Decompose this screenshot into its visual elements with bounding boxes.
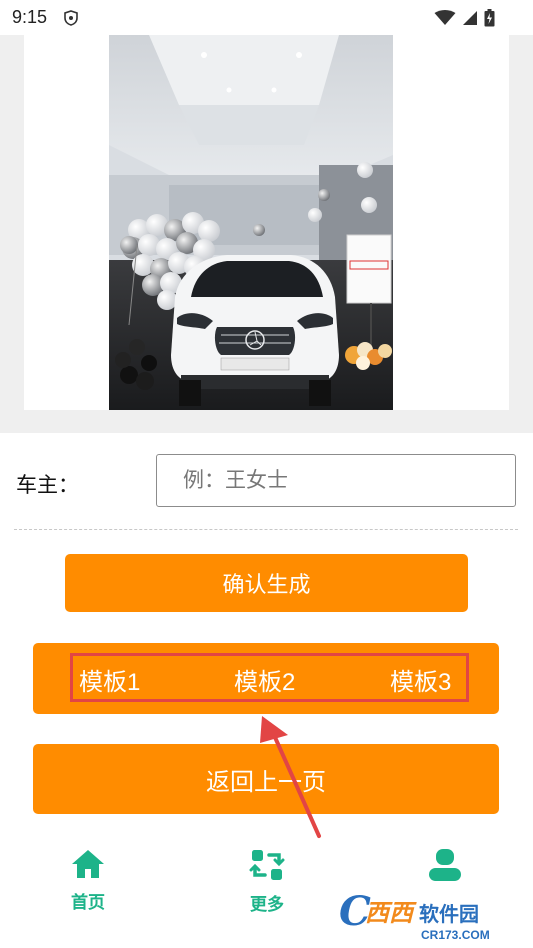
template-bar: 模板1 模板2 模板3 [33, 643, 499, 714]
car-photo [109, 35, 393, 410]
divider [14, 529, 518, 530]
owner-label: 车主： [16, 474, 79, 497]
status-time: 9:15 [12, 7, 48, 27]
preview-area [0, 35, 533, 433]
template-2-button[interactable]: 模板2 [234, 662, 295, 697]
owner-input[interactable] [156, 454, 516, 507]
nav-more-label: 更多 [250, 895, 284, 914]
signal-icon [463, 11, 477, 25]
back-button[interactable]: 返回上一页 [33, 744, 499, 814]
home-icon [72, 850, 104, 878]
svg-text:CR173.COM: CR173.COM [421, 928, 490, 942]
battery-icon [484, 9, 495, 27]
user-icon [429, 849, 461, 881]
template-3-button[interactable]: 模板3 [390, 662, 451, 697]
nav-home-label: 首页 [71, 893, 105, 912]
svg-text:西西: 西西 [365, 899, 417, 927]
svg-text:软件园: 软件园 [419, 902, 479, 926]
nav-more[interactable]: 更多 [207, 848, 327, 915]
preview-card [24, 35, 509, 410]
nav-profile[interactable] [385, 848, 505, 886]
status-bar: 9:15 [0, 0, 533, 35]
watermark-logo: C 西西 软件园 CR173.COM [333, 885, 533, 948]
nav-home[interactable]: 首页 [28, 848, 148, 913]
confirm-generate-button[interactable]: 确认生成 [65, 554, 468, 612]
shield-icon [64, 10, 78, 26]
refresh-icon [249, 850, 285, 880]
wifi-icon [434, 10, 456, 25]
template-1-button[interactable]: 模板1 [79, 662, 140, 697]
